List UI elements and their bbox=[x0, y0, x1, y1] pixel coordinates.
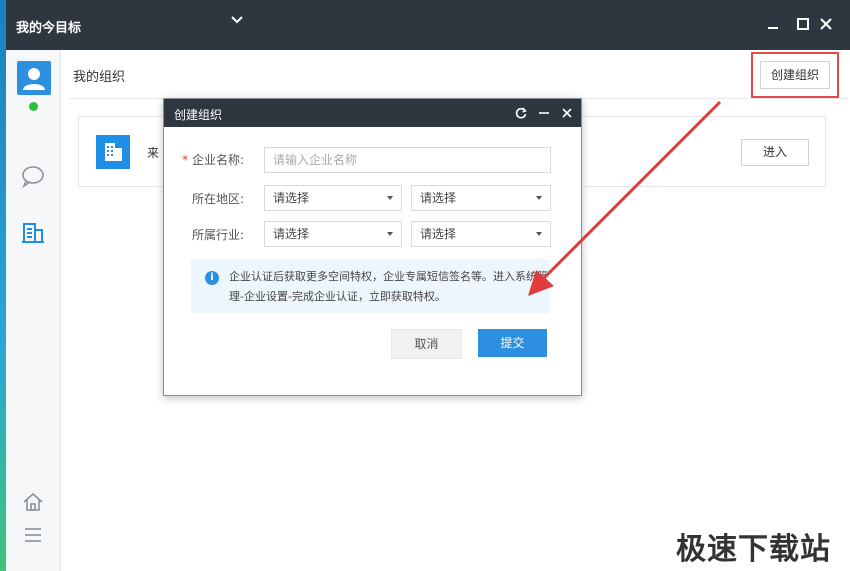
industry-label: 所属行业: bbox=[191, 228, 244, 242]
cancel-button[interactable]: 取消 bbox=[391, 329, 462, 359]
sidebar bbox=[6, 50, 61, 571]
app-title: 我的今目标 bbox=[16, 21, 82, 36]
chat-bubble-icon[interactable] bbox=[21, 164, 45, 188]
building-icon[interactable] bbox=[21, 221, 45, 245]
caret-down-icon bbox=[536, 232, 542, 236]
region-label: 所在地区: bbox=[191, 192, 244, 206]
menu-icon[interactable] bbox=[21, 523, 45, 547]
watermark: 极速下载站 bbox=[676, 532, 831, 567]
user-icon bbox=[23, 68, 45, 90]
certification-notice: i 企业认证后获取更多空间特权，企业专属短信签名等。进入系统管理-企业设置-完成… bbox=[191, 259, 549, 313]
region-city-value: 请选择 bbox=[420, 191, 457, 205]
industry-subcategory-value: 请选择 bbox=[420, 227, 457, 241]
industry-subcategory-select[interactable]: 请选择 bbox=[411, 221, 551, 247]
info-icon: i bbox=[205, 271, 219, 285]
required-marker: * bbox=[182, 153, 189, 167]
region-province-value: 请选择 bbox=[273, 191, 310, 205]
avatar[interactable] bbox=[17, 61, 51, 95]
title-bar: 我的今目标 bbox=[6, 0, 850, 50]
minimize-icon[interactable] bbox=[537, 106, 551, 120]
industry-category-select[interactable]: 请选择 bbox=[264, 221, 402, 247]
chevron-down-icon[interactable] bbox=[230, 13, 244, 27]
page-title: 我的组织 bbox=[73, 70, 126, 85]
organization-name: 来 bbox=[147, 146, 160, 160]
organization-building-icon bbox=[96, 135, 130, 169]
caret-down-icon bbox=[387, 196, 393, 200]
caret-down-icon bbox=[536, 196, 542, 200]
highlight-annotation-box bbox=[751, 52, 839, 98]
submit-button[interactable]: 提交 bbox=[478, 329, 547, 357]
caret-down-icon bbox=[387, 232, 393, 236]
region-city-select[interactable]: 请选择 bbox=[411, 185, 551, 211]
region-province-select[interactable]: 请选择 bbox=[264, 185, 402, 211]
create-organization-dialog: 创建组织 * 企业名称: 请输入企业名称 所在地区: 请选择 请选择 所属行业:… bbox=[163, 98, 582, 396]
dialog-title-bar: 创建组织 bbox=[164, 99, 581, 127]
online-status-dot bbox=[29, 102, 38, 111]
notice-text: 企业认证后获取更多空间特权，企业专属短信签名等。进入系统管理-企业设置-完成企业… bbox=[229, 270, 548, 303]
home-icon[interactable] bbox=[21, 490, 45, 514]
close-icon[interactable] bbox=[560, 106, 574, 120]
enter-organization-button[interactable]: 进入 bbox=[741, 139, 809, 166]
close-icon[interactable] bbox=[819, 17, 833, 31]
company-name-input[interactable]: 请输入企业名称 bbox=[264, 147, 551, 173]
refresh-icon[interactable] bbox=[514, 106, 528, 120]
dialog-title: 创建组织 bbox=[174, 108, 223, 122]
minimize-icon[interactable] bbox=[766, 17, 780, 31]
maximize-icon[interactable] bbox=[796, 17, 810, 31]
company-name-label-text: 企业名称: bbox=[191, 153, 244, 167]
industry-category-value: 请选择 bbox=[273, 227, 310, 241]
company-name-label: * 企业名称: bbox=[174, 151, 244, 168]
